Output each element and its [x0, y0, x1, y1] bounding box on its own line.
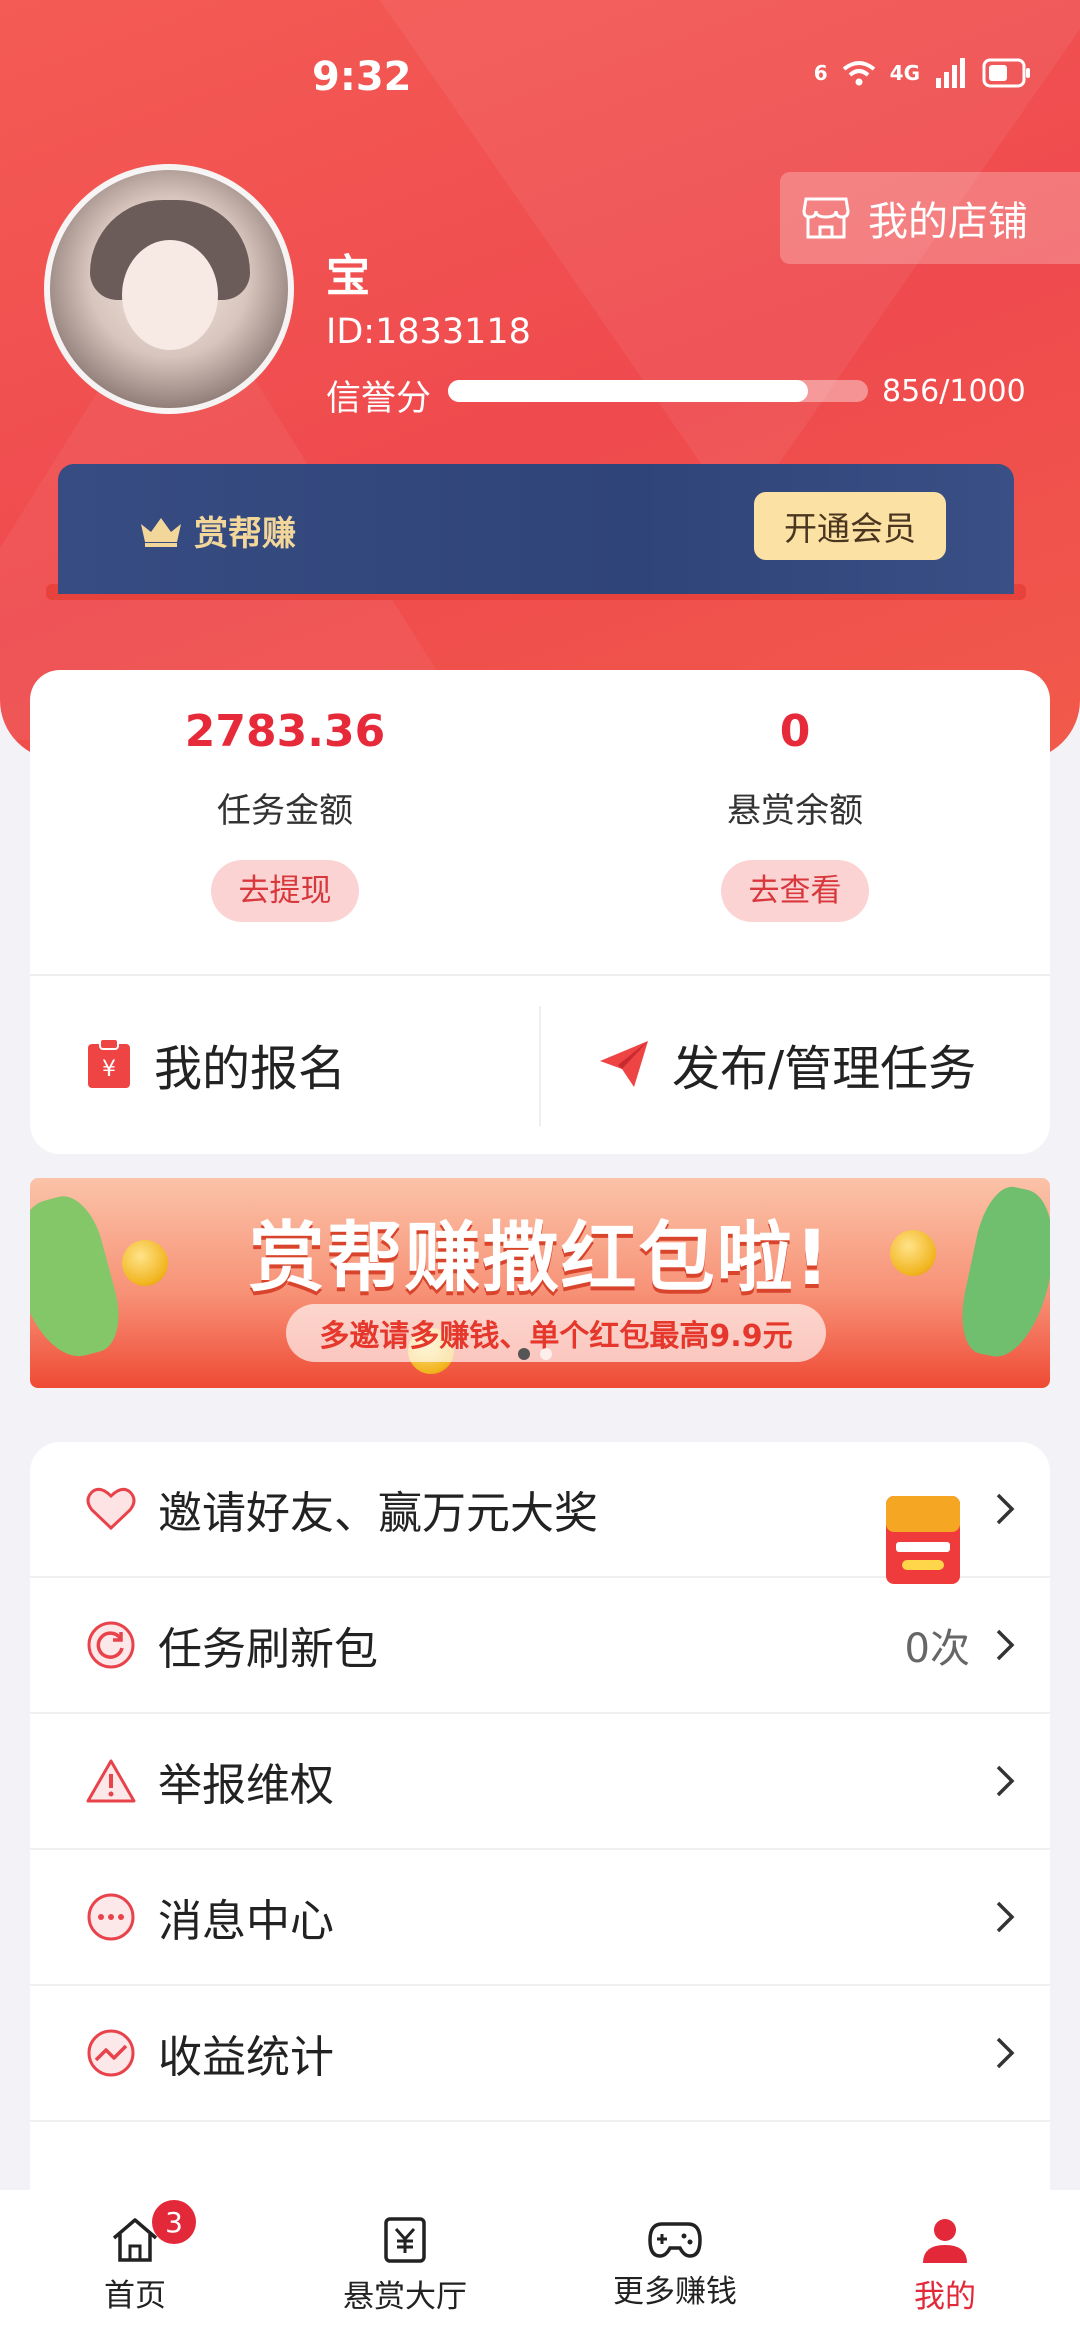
menu-list: 邀请好友、赢万元大奖 任务刷新包 0次 举报维权 消息中心 收益统计	[30, 1442, 1050, 2222]
menu-item-label: 举报维权	[158, 1760, 334, 1811]
battery-icon	[982, 58, 1030, 88]
signal-icon	[936, 58, 965, 88]
vip-card[interactable]: 赏帮赚 开通会员	[58, 464, 1014, 594]
message-icon	[86, 1892, 136, 1942]
publish-manage-task-label: 发布/管理任务	[672, 1041, 977, 1097]
carousel-dot	[518, 1348, 530, 1360]
paper-plane-icon	[600, 1041, 648, 1087]
task-amount-section: 2783.36 任务金额 去提现	[30, 706, 540, 922]
withdraw-button[interactable]: 去提现	[211, 860, 359, 922]
status-bar: 9:32 6 4G	[0, 0, 1080, 160]
status-icons: 6 4G	[814, 58, 1032, 88]
menu-item-earnings-stats[interactable]: 收益统计	[30, 1986, 1050, 2122]
credit-progress-fill	[448, 380, 808, 402]
bottom-tab-bar: 3 首页 悬赏大厅 更多赚钱 我的	[0, 2190, 1080, 2340]
banner-subtitle: 多邀请多赚钱、单个红包最高9.9元	[319, 1319, 793, 1354]
menu-item-refresh-pack[interactable]: 任务刷新包 0次	[30, 1578, 1050, 1714]
wifi-label: 6	[813, 61, 828, 85]
red-envelope-promo-icon	[886, 1496, 960, 1584]
wifi-icon	[842, 61, 875, 86]
my-shop-label: 我的店铺	[868, 199, 1028, 245]
open-membership-button[interactable]: 开通会员	[754, 492, 946, 560]
menu-item-report[interactable]: 举报维权	[30, 1714, 1050, 1850]
banner-subtitle-pill: 多邀请多赚钱、单个红包最高9.9元	[286, 1304, 826, 1362]
wallet-vertical-divider	[539, 1006, 541, 1126]
status-time: 9:32	[312, 54, 412, 100]
tab-label: 我的	[914, 2278, 976, 2315]
my-signup-button[interactable]: ¥ 我的报名	[86, 974, 346, 1154]
notification-badge: 3	[152, 2200, 196, 2244]
avatar[interactable]	[44, 164, 294, 414]
tab-mine[interactable]: 我的	[810, 2190, 1080, 2340]
refresh-icon	[86, 1620, 136, 1670]
menu-item-label: 消息中心	[158, 1896, 334, 1947]
my-shop-button[interactable]: 我的店铺	[780, 172, 1080, 264]
heart-icon	[86, 1484, 136, 1534]
menu-item-invite-friends[interactable]: 邀请好友、赢万元大奖	[30, 1442, 1050, 1584]
gamepad-icon	[648, 2221, 702, 2258]
crown-icon	[141, 517, 181, 547]
menu-item-label: 任务刷新包	[158, 1624, 378, 1675]
menu-item-label: 邀请好友、赢万元大奖	[158, 1488, 598, 1539]
user-id: ID:1833118	[326, 312, 531, 352]
bounty-icon	[384, 2216, 426, 2263]
clipboard-yen-icon: ¥	[88, 1038, 130, 1088]
chevron-right-icon	[996, 1629, 1015, 1661]
username: 宝	[326, 251, 370, 302]
red-packet-banner[interactable]: 赏帮赚撒红包啦! 多邀请多赚钱、单个红包最高9.9元	[30, 1178, 1050, 1388]
chevron-right-icon	[996, 1901, 1015, 1933]
banner-title: 赏帮赚撒红包啦!	[248, 1213, 832, 1302]
network-label: 4G	[889, 61, 920, 85]
warning-icon	[86, 1756, 136, 1806]
chevron-right-icon	[996, 2037, 1015, 2069]
bounty-balance-section: 0 悬赏余额 去查看	[540, 706, 1050, 922]
store-icon	[802, 197, 850, 239]
menu-item-value: 0次	[904, 1626, 970, 1672]
tab-label: 更多赚钱	[613, 2273, 737, 2310]
my-signup-label: 我的报名	[154, 1041, 347, 1097]
view-balance-button[interactable]: 去查看	[721, 860, 869, 922]
tab-label: 首页	[104, 2277, 166, 2314]
tab-home[interactable]: 3 首页	[0, 2190, 270, 2340]
vip-brand-label: 赏帮赚	[194, 514, 296, 554]
svg-text:¥: ¥	[102, 1057, 116, 1082]
task-amount-value: 2783.36	[184, 706, 386, 757]
bounty-balance-label: 悬赏余额	[727, 791, 863, 831]
tab-label: 悬赏大厅	[343, 2278, 467, 2315]
credit-value: 856/1000	[882, 374, 1026, 409]
carousel-dots	[518, 1348, 552, 1360]
wallet-card: 2783.36 任务金额 去提现 0 悬赏余额 去查看 ¥ 我的报名 发布/管理…	[30, 670, 1050, 1154]
stats-icon	[86, 2028, 136, 2078]
task-amount-label: 任务金额	[217, 791, 353, 831]
chevron-right-icon	[996, 1493, 1015, 1525]
credit-label: 信誉分	[326, 379, 432, 419]
menu-item-label: 收益统计	[158, 2032, 334, 2083]
vip-brand: 赏帮赚	[138, 506, 296, 555]
carousel-dot	[540, 1348, 552, 1360]
tab-more-earnings[interactable]: 更多赚钱	[540, 2190, 810, 2340]
publish-manage-task-button[interactable]: 发布/管理任务	[598, 974, 976, 1154]
chevron-right-icon	[996, 1765, 1015, 1797]
credit-progress-bar	[448, 380, 868, 402]
menu-item-message-center[interactable]: 消息中心	[30, 1850, 1050, 1986]
bounty-balance-value: 0	[779, 706, 811, 757]
tab-bounty-hall[interactable]: 悬赏大厅	[270, 2190, 540, 2340]
profile-icon	[923, 2218, 967, 2263]
